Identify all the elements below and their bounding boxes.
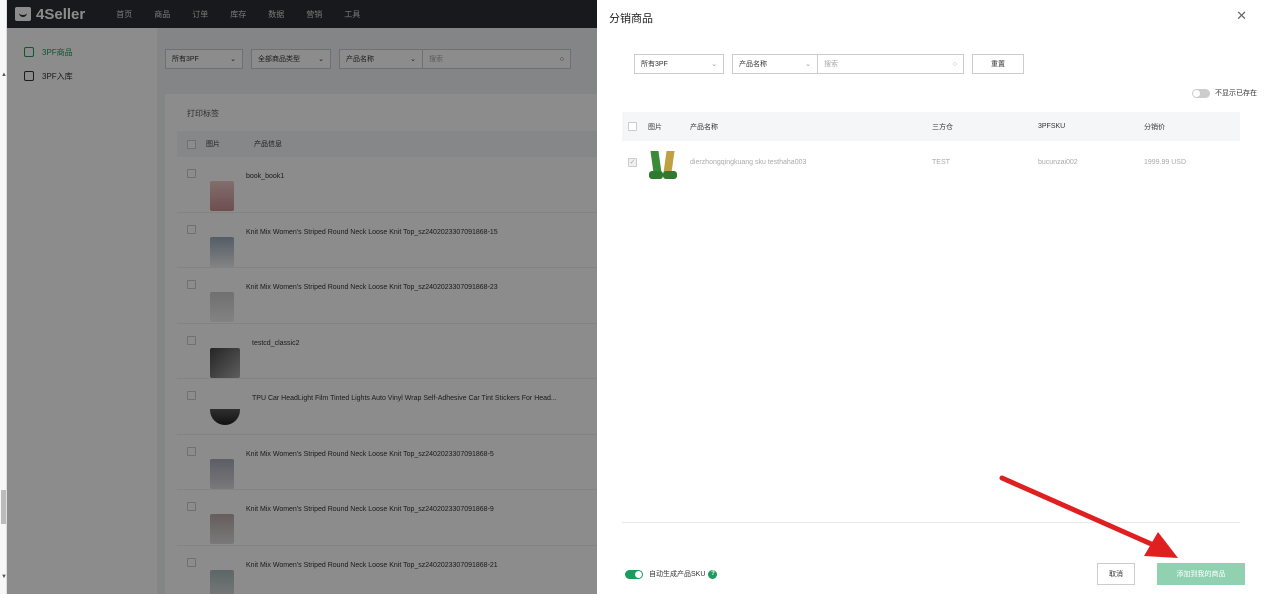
hide-existing-label: 不显示已存在 bbox=[1215, 90, 1257, 97]
hide-existing-toggle[interactable]: 不显示已存在 bbox=[1192, 88, 1257, 98]
product-sku: bucunzai002 bbox=[1038, 158, 1078, 166]
column-3pl-warehouse: 三方仓 bbox=[932, 123, 953, 131]
toggle-switch-on[interactable] bbox=[625, 569, 643, 579]
drawer-search-placeholder: 搜索 bbox=[824, 61, 838, 68]
shoe-right bbox=[663, 151, 675, 173]
drawer-warehouse-value: 所有3PF bbox=[641, 61, 668, 68]
table-row[interactable]: ✓ dierzhongqingkuang sku testhaha003 TES… bbox=[622, 141, 1240, 183]
footer-divider bbox=[622, 522, 1240, 523]
product-thumbnail bbox=[648, 149, 678, 183]
window-scrollbar[interactable]: ▲ ▼ bbox=[0, 0, 7, 594]
close-icon[interactable]: ✕ bbox=[1236, 8, 1247, 24]
chevron-down-icon: ⌄ bbox=[711, 61, 717, 68]
shoe-right-sole bbox=[663, 171, 677, 179]
chevron-down-icon: ⌄ bbox=[805, 61, 811, 68]
auto-sku-label: 自动生成产品SKU bbox=[649, 571, 706, 578]
drawer-title: 分销商品 bbox=[609, 13, 653, 25]
product-warehouse: TEST bbox=[932, 158, 950, 166]
product-name: dierzhongqingkuang sku testhaha003 bbox=[690, 158, 807, 166]
distribution-products-drawer: 分销商品 ✕ 所有3PF ⌄ 产品名称 ⌄ 搜索 ○ 重置 不显示已存在 图片 … bbox=[597, 0, 1269, 594]
column-image: 图片 bbox=[648, 123, 662, 131]
auto-sku-toggle[interactable]: 自动生成产品SKU ? bbox=[625, 569, 718, 579]
drawer-table-header: 图片 产品名称 三方仓 3PFSKU 分销价 bbox=[622, 112, 1240, 141]
drawer-field-value: 产品名称 bbox=[739, 61, 767, 68]
drawer-product-table: 图片 产品名称 三方仓 3PFSKU 分销价 ✓ dierzhongqingku… bbox=[622, 112, 1240, 183]
reset-button[interactable]: 重置 bbox=[972, 54, 1024, 74]
modal-overlay[interactable] bbox=[7, 0, 597, 594]
drawer-filter-bar: 所有3PF ⌄ 产品名称 ⌄ 搜索 ○ 重置 bbox=[634, 54, 1024, 74]
drawer-select-all-checkbox[interactable] bbox=[628, 122, 637, 131]
column-distribution-price: 分销价 bbox=[1144, 123, 1165, 131]
drawer-search-input[interactable]: 搜索 ○ bbox=[818, 54, 964, 74]
column-product-name: 产品名称 bbox=[690, 123, 718, 131]
search-icon[interactable]: ○ bbox=[953, 61, 957, 68]
drawer-warehouse-select[interactable]: 所有3PF ⌄ bbox=[634, 54, 724, 74]
cancel-button[interactable]: 取消 bbox=[1097, 563, 1135, 585]
drawer-field-select[interactable]: 产品名称 ⌄ bbox=[732, 54, 818, 74]
toggle-switch-off[interactable] bbox=[1192, 88, 1210, 98]
add-to-my-products-button[interactable]: 添加到我的商品 bbox=[1157, 563, 1245, 585]
shoe-left-sole bbox=[649, 171, 663, 179]
shoe-left bbox=[650, 151, 662, 173]
row-checkbox-checked[interactable]: ✓ bbox=[628, 157, 637, 167]
question-icon[interactable]: ? bbox=[708, 569, 718, 579]
product-price: 1999.99 USD bbox=[1144, 158, 1187, 166]
column-3pf-sku: 3PFSKU bbox=[1038, 123, 1066, 130]
scroll-thumb[interactable] bbox=[1, 490, 6, 524]
